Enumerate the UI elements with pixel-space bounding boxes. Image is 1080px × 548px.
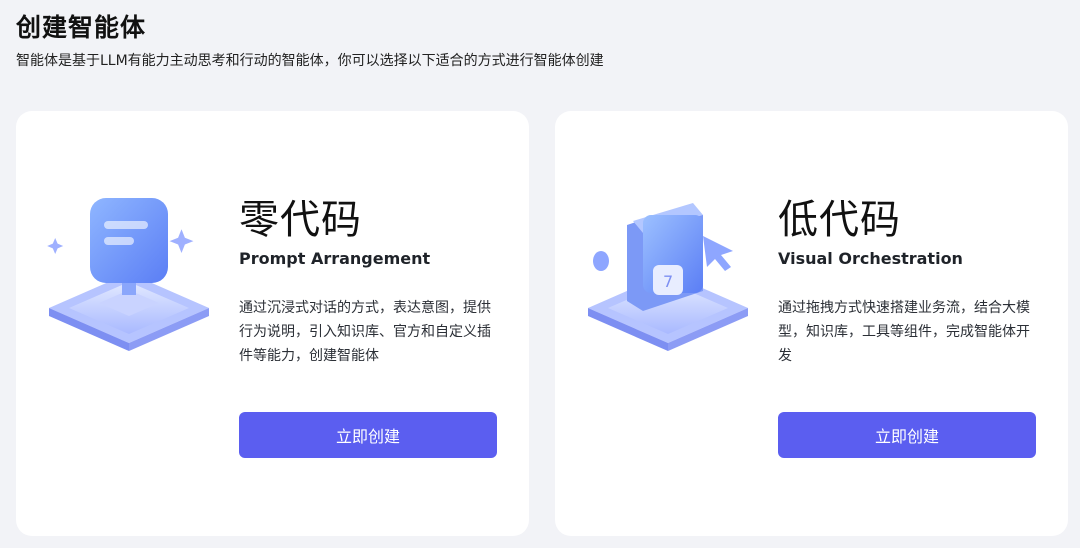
card-title: 低代码 [778,197,901,243]
card-subtitle: Visual Orchestration [778,249,963,268]
page-subtitle: 智能体是基于LLM有能力主动思考和行动的智能体，你可以选择以下适合的方式进行智能… [16,53,604,69]
page-title: 创建智能体 [16,13,147,42]
card-description: 通过拖拽方式快速搭建业务流，结合大模型，知识库，工具等组件，完成智能体开发 [778,300,1030,364]
card-description: 通过沉浸式对话的方式，表达意图，提供行为说明，引入知识库、官方和自定义插件等能力… [239,300,491,364]
drag-cursor-icon: 7 [583,191,753,361]
create-low-code-button[interactable]: 立即创建 [778,412,1036,458]
card-subtitle: Prompt Arrangement [239,249,431,268]
low-code-card[interactable]: 7 低代码 Visual Orchestration 通过拖拽方式快速搭建业务流… [555,111,1068,536]
card-title: 零代码 [239,197,362,243]
create-zero-code-button[interactable]: 立即创建 [239,412,497,458]
zero-code-card[interactable]: 零代码 Prompt Arrangement 通过沉浸式对话的方式，表达意图，提… [16,111,529,536]
chat-bubble-icon [44,191,214,361]
svg-text:7: 7 [663,272,673,291]
